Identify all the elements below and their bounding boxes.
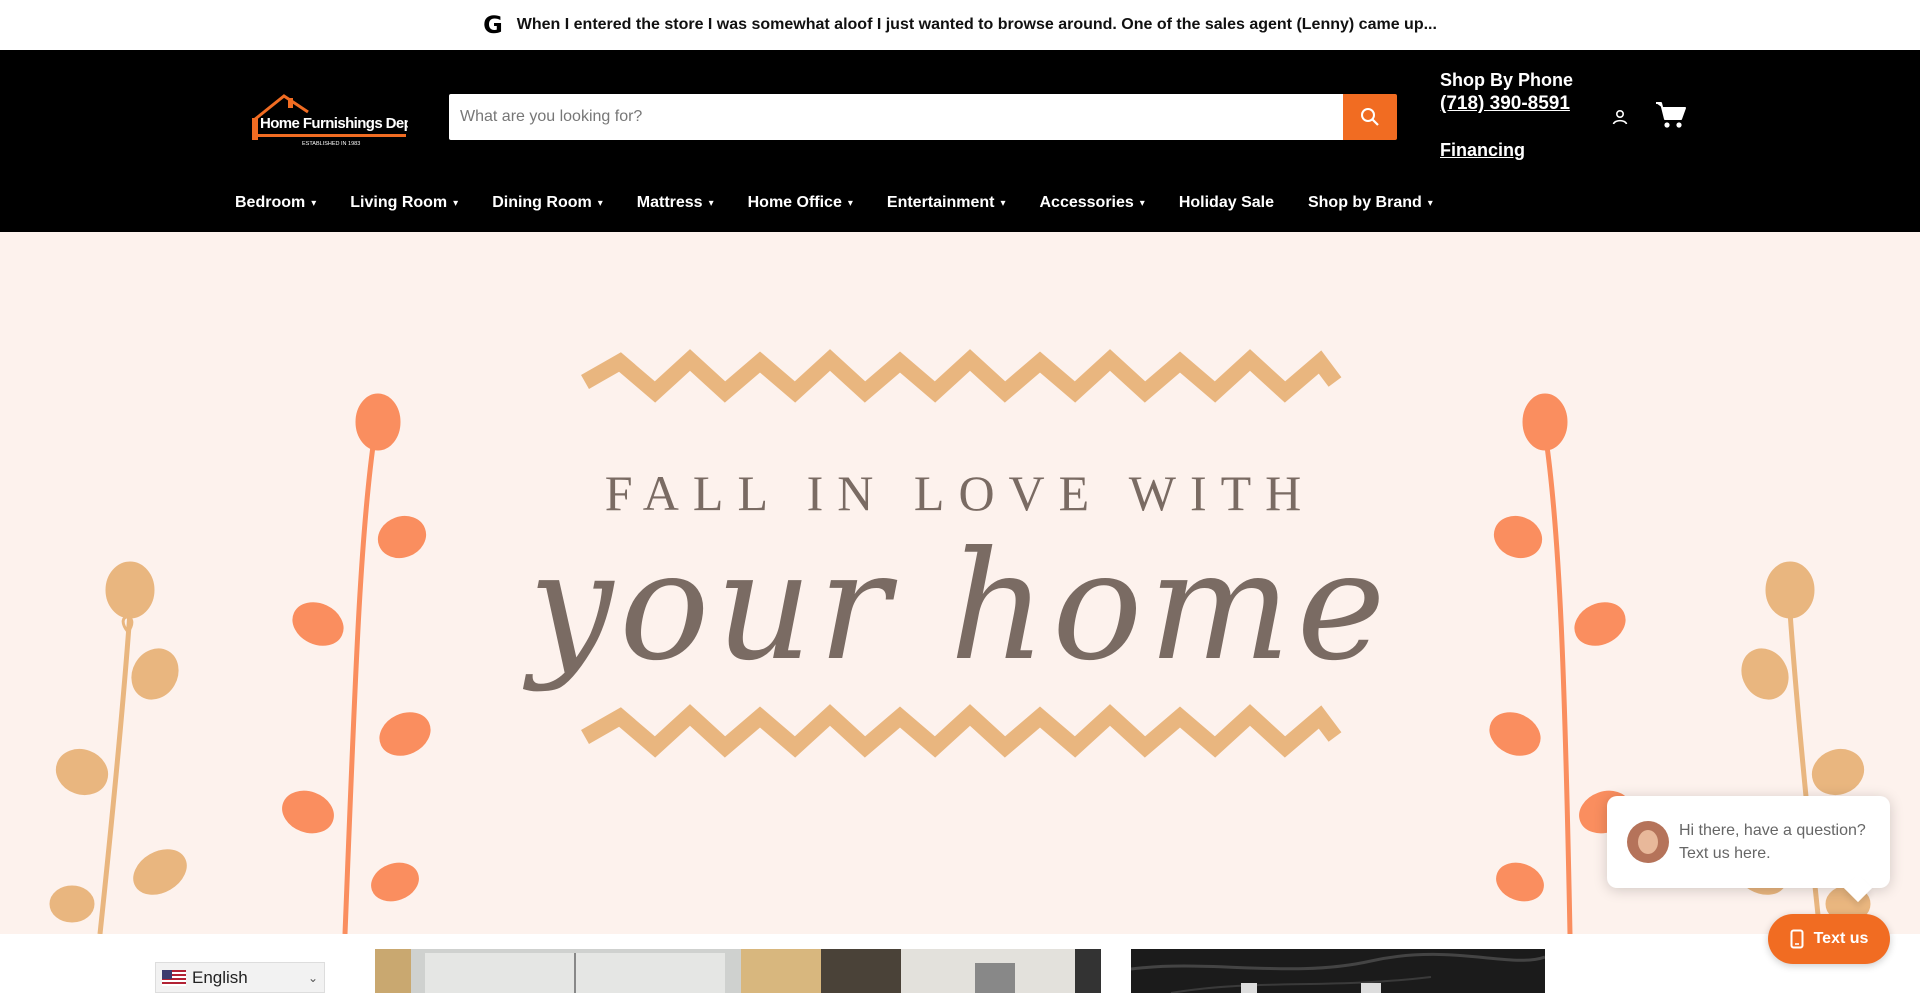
promo-image-graphic: [375, 949, 1101, 993]
search-icon: [1361, 108, 1379, 126]
home-furnishings-depot-logo[interactable]: Home Furnishings Depot ESTABLISHED IN 19…: [250, 90, 408, 148]
logo-text: Home Furnishings Depot: [260, 115, 408, 132]
promo-image-graphic: [1131, 949, 1545, 993]
promo-image-living-room[interactable]: [375, 949, 1101, 993]
announcement-text: When I entered the store I was somewhat …: [516, 16, 1437, 33]
chevron-down-icon: ▾: [597, 198, 603, 209]
nav-item-bedroom[interactable]: Bedroom ▾: [235, 194, 316, 212]
hero-headline: FALL IN LOVE WITH: [604, 465, 1316, 521]
chevron-down-icon: ▾: [311, 198, 317, 209]
nav-label: Entertainment: [886, 194, 995, 211]
nav-label: Shop by Brand: [1307, 194, 1422, 211]
chevron-down-icon: ⌄: [307, 970, 318, 985]
nav-label: Mattress: [636, 194, 703, 211]
phone-number-link[interactable]: (718) 390-8591: [1440, 93, 1570, 114]
zigzag-top-decoration: [581, 349, 1342, 403]
nav-item-home-office[interactable]: Home Office ▾: [748, 194, 853, 212]
nav-item-shop-by-brand[interactable]: Shop by Brand ▾: [1308, 194, 1433, 212]
language-selector[interactable]: English ⌄: [155, 962, 325, 993]
text-us-button[interactable]: Text us: [1768, 914, 1890, 964]
logo-tagline: ESTABLISHED IN 1983: [302, 141, 360, 147]
chat-prompt-bubble[interactable]: Hi there, have a question? Text us here.: [1607, 796, 1890, 888]
promo-image-dark[interactable]: [1131, 949, 1545, 993]
chevron-down-icon: ▾: [847, 198, 853, 209]
account-icon[interactable]: [1611, 108, 1629, 126]
chevron-down-icon: ▾: [708, 198, 714, 209]
nav-item-living-room[interactable]: Living Room ▾: [350, 194, 458, 212]
search-bar: [449, 94, 1397, 140]
nav-item-dining-room[interactable]: Dining Room ▾: [492, 194, 603, 212]
chat-prompt-text: Hi there, have a question? Text us here.: [1679, 822, 1866, 862]
language-label: English: [192, 967, 248, 987]
nav-item-accessories[interactable]: Accessories ▾: [1040, 194, 1145, 212]
zigzag-bottom-decoration: [581, 704, 1342, 758]
search-button[interactable]: [1343, 94, 1397, 140]
nav-label: Home Office: [747, 194, 842, 211]
nav-item-mattress[interactable]: Mattress ▾: [637, 194, 714, 212]
nav-label: Accessories: [1039, 194, 1134, 211]
us-flag-icon: [162, 969, 186, 986]
shop-by-phone-title: Shop By Phone: [1440, 70, 1574, 90]
nav-item-entertainment[interactable]: Entertainment ▾: [887, 194, 1006, 212]
agent-avatar: [1627, 821, 1669, 863]
site-header: Home Furnishings Depot ESTABLISHED IN 19…: [0, 50, 1920, 232]
phone-icon: [1790, 929, 1804, 949]
nav-label: Dining Room: [492, 194, 592, 211]
google-icon: G: [483, 11, 503, 39]
nav-label: Living Room: [350, 194, 448, 211]
nav-item-holiday-sale[interactable]: Holiday Sale: [1179, 194, 1274, 212]
chevron-down-icon: ▾: [453, 198, 459, 209]
nav-label: Bedroom: [235, 194, 306, 211]
text-us-label: Text us: [1813, 930, 1869, 947]
announcement-bar[interactable]: G When I entered the store I was somewha…: [0, 0, 1920, 50]
nav-label: Holiday Sale: [1178, 194, 1274, 211]
financing-link[interactable]: Financing: [1440, 138, 1573, 162]
chevron-down-icon: ▾: [1000, 198, 1006, 209]
shop-by-phone: Shop By Phone (718) 390-8591 Financing: [1440, 68, 1573, 162]
cart-icon[interactable]: [1655, 100, 1687, 130]
chevron-down-icon: ▾: [1139, 198, 1145, 209]
chevron-down-icon: ▾: [1427, 198, 1433, 209]
search-input[interactable]: [449, 94, 1343, 140]
main-nav: Bedroom ▾ Living Room ▾ Dining Room ▾ Mattr…: [235, 190, 1467, 216]
hero-script-text: your home: [528, 520, 1392, 694]
